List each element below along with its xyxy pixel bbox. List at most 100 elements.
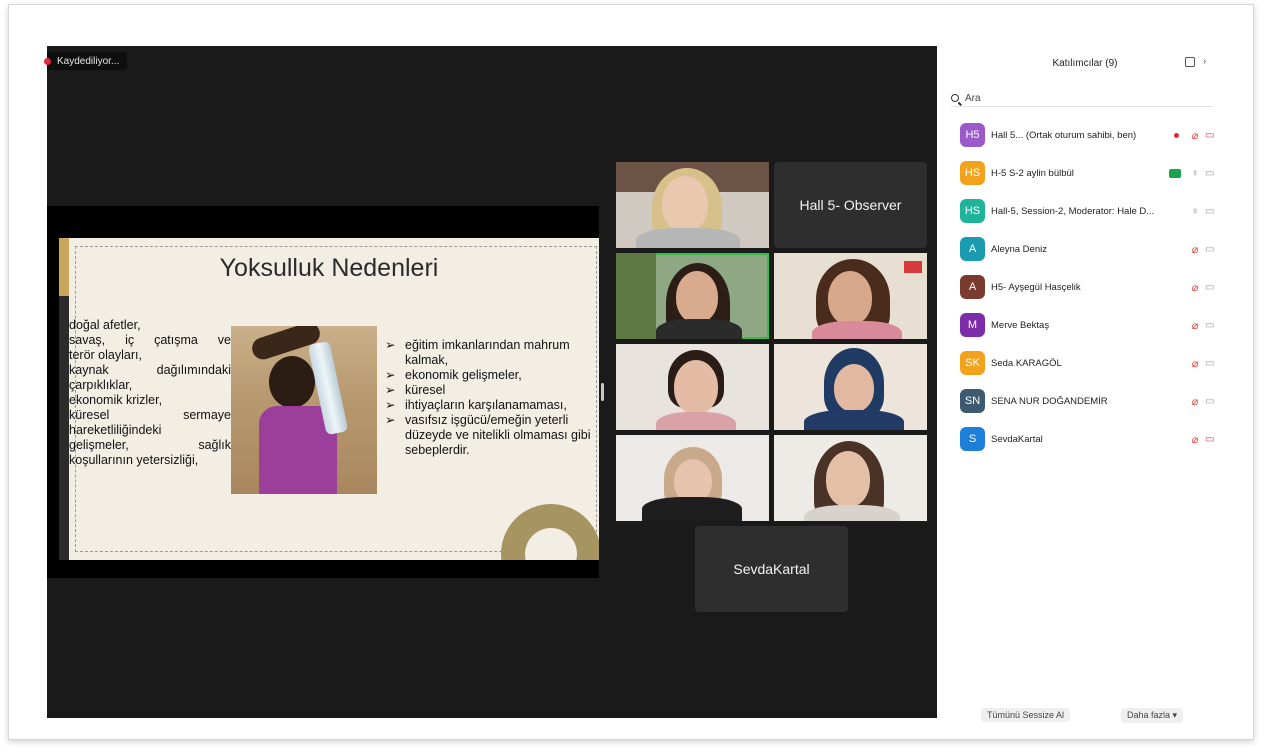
camera-icon[interactable]: ▭ (1205, 396, 1214, 407)
slide-side-bar (59, 296, 69, 560)
recording-indicator: Kaydediliyor... (44, 52, 128, 70)
person-face (662, 176, 708, 232)
camera-icon[interactable]: ▭ (1205, 244, 1214, 255)
slide-left-line: küresel sermaye (69, 408, 231, 422)
participant-row[interactable]: A Aleyna Deniz ⌀ ▭ (960, 237, 1214, 261)
participant-name: Merve Bektaş (991, 319, 1050, 331)
slide-bullet: ➢ ihtiyaçların karşılanamaması, (385, 398, 599, 413)
mute-all-button[interactable]: Tümünü Sessize Al (981, 708, 1071, 722)
avatar: SK (960, 351, 985, 375)
bullet-text: ihtiyaçların karşılanamaması, (405, 398, 567, 412)
participant-name: Seda KARAGÖL (991, 357, 1062, 369)
slide-photo-child (231, 326, 377, 494)
video-tile[interactable] (774, 344, 927, 430)
split-resize-handle[interactable] (601, 383, 604, 401)
bullet-arrow-icon: ➢ (385, 338, 396, 352)
camera-off-icon[interactable]: ▭ (1205, 130, 1214, 141)
bullet-text: eğitim imkanlarından mahrum kalmak, (405, 338, 570, 367)
slide-left-line: kaynak dağılımındaki (69, 363, 231, 377)
mic-muted-icon[interactable]: ⌀ (1189, 129, 1201, 142)
slide-bullet: ➢ eğitim imkanlarından mahrum kalmak, (385, 338, 599, 368)
person-body (804, 505, 900, 521)
mic-icon[interactable]: ♀ (1189, 206, 1201, 217)
person-body (812, 321, 902, 339)
bullet-text: küresel (405, 383, 446, 397)
slide-left-line: gelişmeler, sağlık (69, 438, 231, 452)
participant-row[interactable]: M Merve Bektaş ⌀ ▭ (960, 313, 1214, 337)
photo-head (269, 356, 315, 408)
shared-screen[interactable]: Yoksulluk Nedenleri doğal afetler, savaş… (47, 206, 599, 578)
mic-muted-icon[interactable]: ⌀ (1189, 243, 1201, 256)
slide-bullet: ➢ küresel (385, 383, 599, 398)
slide-left-text: doğal afetler, savaş, iç çatışma ve terö… (69, 318, 231, 468)
bullet-text: ekonomik gelişmeler, (405, 368, 522, 382)
popout-icon[interactable] (1185, 57, 1195, 67)
person-body (656, 412, 736, 430)
participant-search[interactable]: Ara (951, 90, 1213, 107)
participant-row[interactable]: A H5- Ayşegül Hasçelik ⌀ ▭ (960, 275, 1214, 299)
person-face (834, 364, 874, 412)
more-button[interactable]: Daha fazla ▾ (1121, 708, 1184, 723)
participant-row[interactable]: SK Seda KARAGÖL ⌀ ▭ (960, 351, 1214, 375)
person-face (826, 451, 870, 507)
video-tile[interactable] (616, 162, 769, 248)
participant-row[interactable]: S SevdaKartal ⌀ ▭ (960, 427, 1214, 451)
slide-left-line: doğal afetler, (69, 318, 141, 332)
recording-dot-icon (44, 57, 51, 65)
video-tile[interactable] (616, 435, 769, 521)
participant-row[interactable]: SN SENA NUR DOĞANDEMİR ⌀ ▭ (960, 389, 1214, 413)
person-face (676, 271, 718, 323)
mic-muted-icon[interactable]: ⌀ (1189, 433, 1201, 446)
avatar: H5 (960, 123, 985, 147)
tile-name-label: SevdaKartal (733, 561, 810, 577)
tile-name-label: Hall 5- Observer (799, 197, 902, 213)
mic-icon[interactable]: ♀ (1189, 168, 1201, 179)
video-tile[interactable] (616, 344, 769, 430)
chevron-right-icon[interactable]: › (1203, 56, 1206, 67)
participant-row[interactable]: HS Hall-5, Session-2, Moderator: Hale D.… (960, 199, 1214, 223)
avatar: M (960, 313, 985, 337)
avatar: SN (960, 389, 985, 413)
participant-name: Hall-5, Session-2, Moderator: Hale D... (991, 205, 1155, 217)
participant-name: Hall 5... (Ortak oturum sahibi, ben) (991, 129, 1137, 141)
participant-row[interactable]: HS H-5 S-2 aylin bülbül ♀ ▭ (960, 161, 1214, 185)
video-tile-observer[interactable]: Hall 5- Observer (774, 162, 927, 248)
camera-icon[interactable]: ▭ (1205, 358, 1214, 369)
participant-name: Aleyna Deniz (991, 243, 1047, 255)
person-body (804, 410, 904, 430)
camera-icon[interactable]: ▭ (1205, 320, 1214, 331)
tile-background (616, 253, 656, 339)
slide-title: Yoksulluk Nedenleri (219, 254, 439, 282)
mic-muted-icon[interactable]: ⌀ (1189, 357, 1201, 370)
mic-muted-icon[interactable]: ⌀ (1189, 395, 1201, 408)
flag-icon (904, 261, 922, 273)
bullet-text: vasıfsız işgücü/emeğin yeterli düzeyde v… (405, 413, 591, 457)
participant-name: H-5 S-2 aylin bülbül (991, 167, 1074, 179)
avatar: S (960, 427, 985, 451)
camera-icon[interactable]: ▭ (1205, 168, 1214, 179)
camera-off-icon[interactable]: ▭ (1205, 434, 1214, 445)
mic-muted-icon[interactable]: ⌀ (1189, 281, 1201, 294)
person-face (674, 360, 718, 414)
video-tile-active-speaker[interactable] (616, 253, 769, 339)
video-tile[interactable] (774, 435, 927, 521)
avatar: HS (960, 199, 985, 223)
avatar: HS (960, 161, 985, 185)
participant-name: SENA NUR DOĞANDEMİR (991, 395, 1108, 407)
mic-muted-icon[interactable]: ⌀ (1189, 319, 1201, 332)
screen-share-icon (1169, 168, 1181, 178)
person-face (828, 271, 872, 325)
video-tile-sevdakartal[interactable]: SevdaKartal (695, 526, 848, 612)
presentation-slide: Yoksulluk Nedenleri doğal afetler, savaş… (59, 238, 599, 560)
slide-left-line: ekonomik krizler, (69, 393, 163, 407)
camera-icon[interactable]: ▭ (1205, 282, 1214, 293)
person-body (642, 497, 742, 521)
slide-left-line: hareketliliğindeki (69, 423, 162, 437)
video-tile[interactable] (774, 253, 927, 339)
bullet-arrow-icon: ➢ (385, 398, 396, 412)
slide-left-line: çarpıklıklar, (69, 378, 133, 392)
camera-icon[interactable]: ▭ (1205, 206, 1214, 217)
person-body (656, 319, 742, 339)
recording-label: Kaydediliyor... (57, 55, 120, 67)
participant-row[interactable]: H5 Hall 5... (Ortak oturum sahibi, ben) … (960, 123, 1214, 147)
